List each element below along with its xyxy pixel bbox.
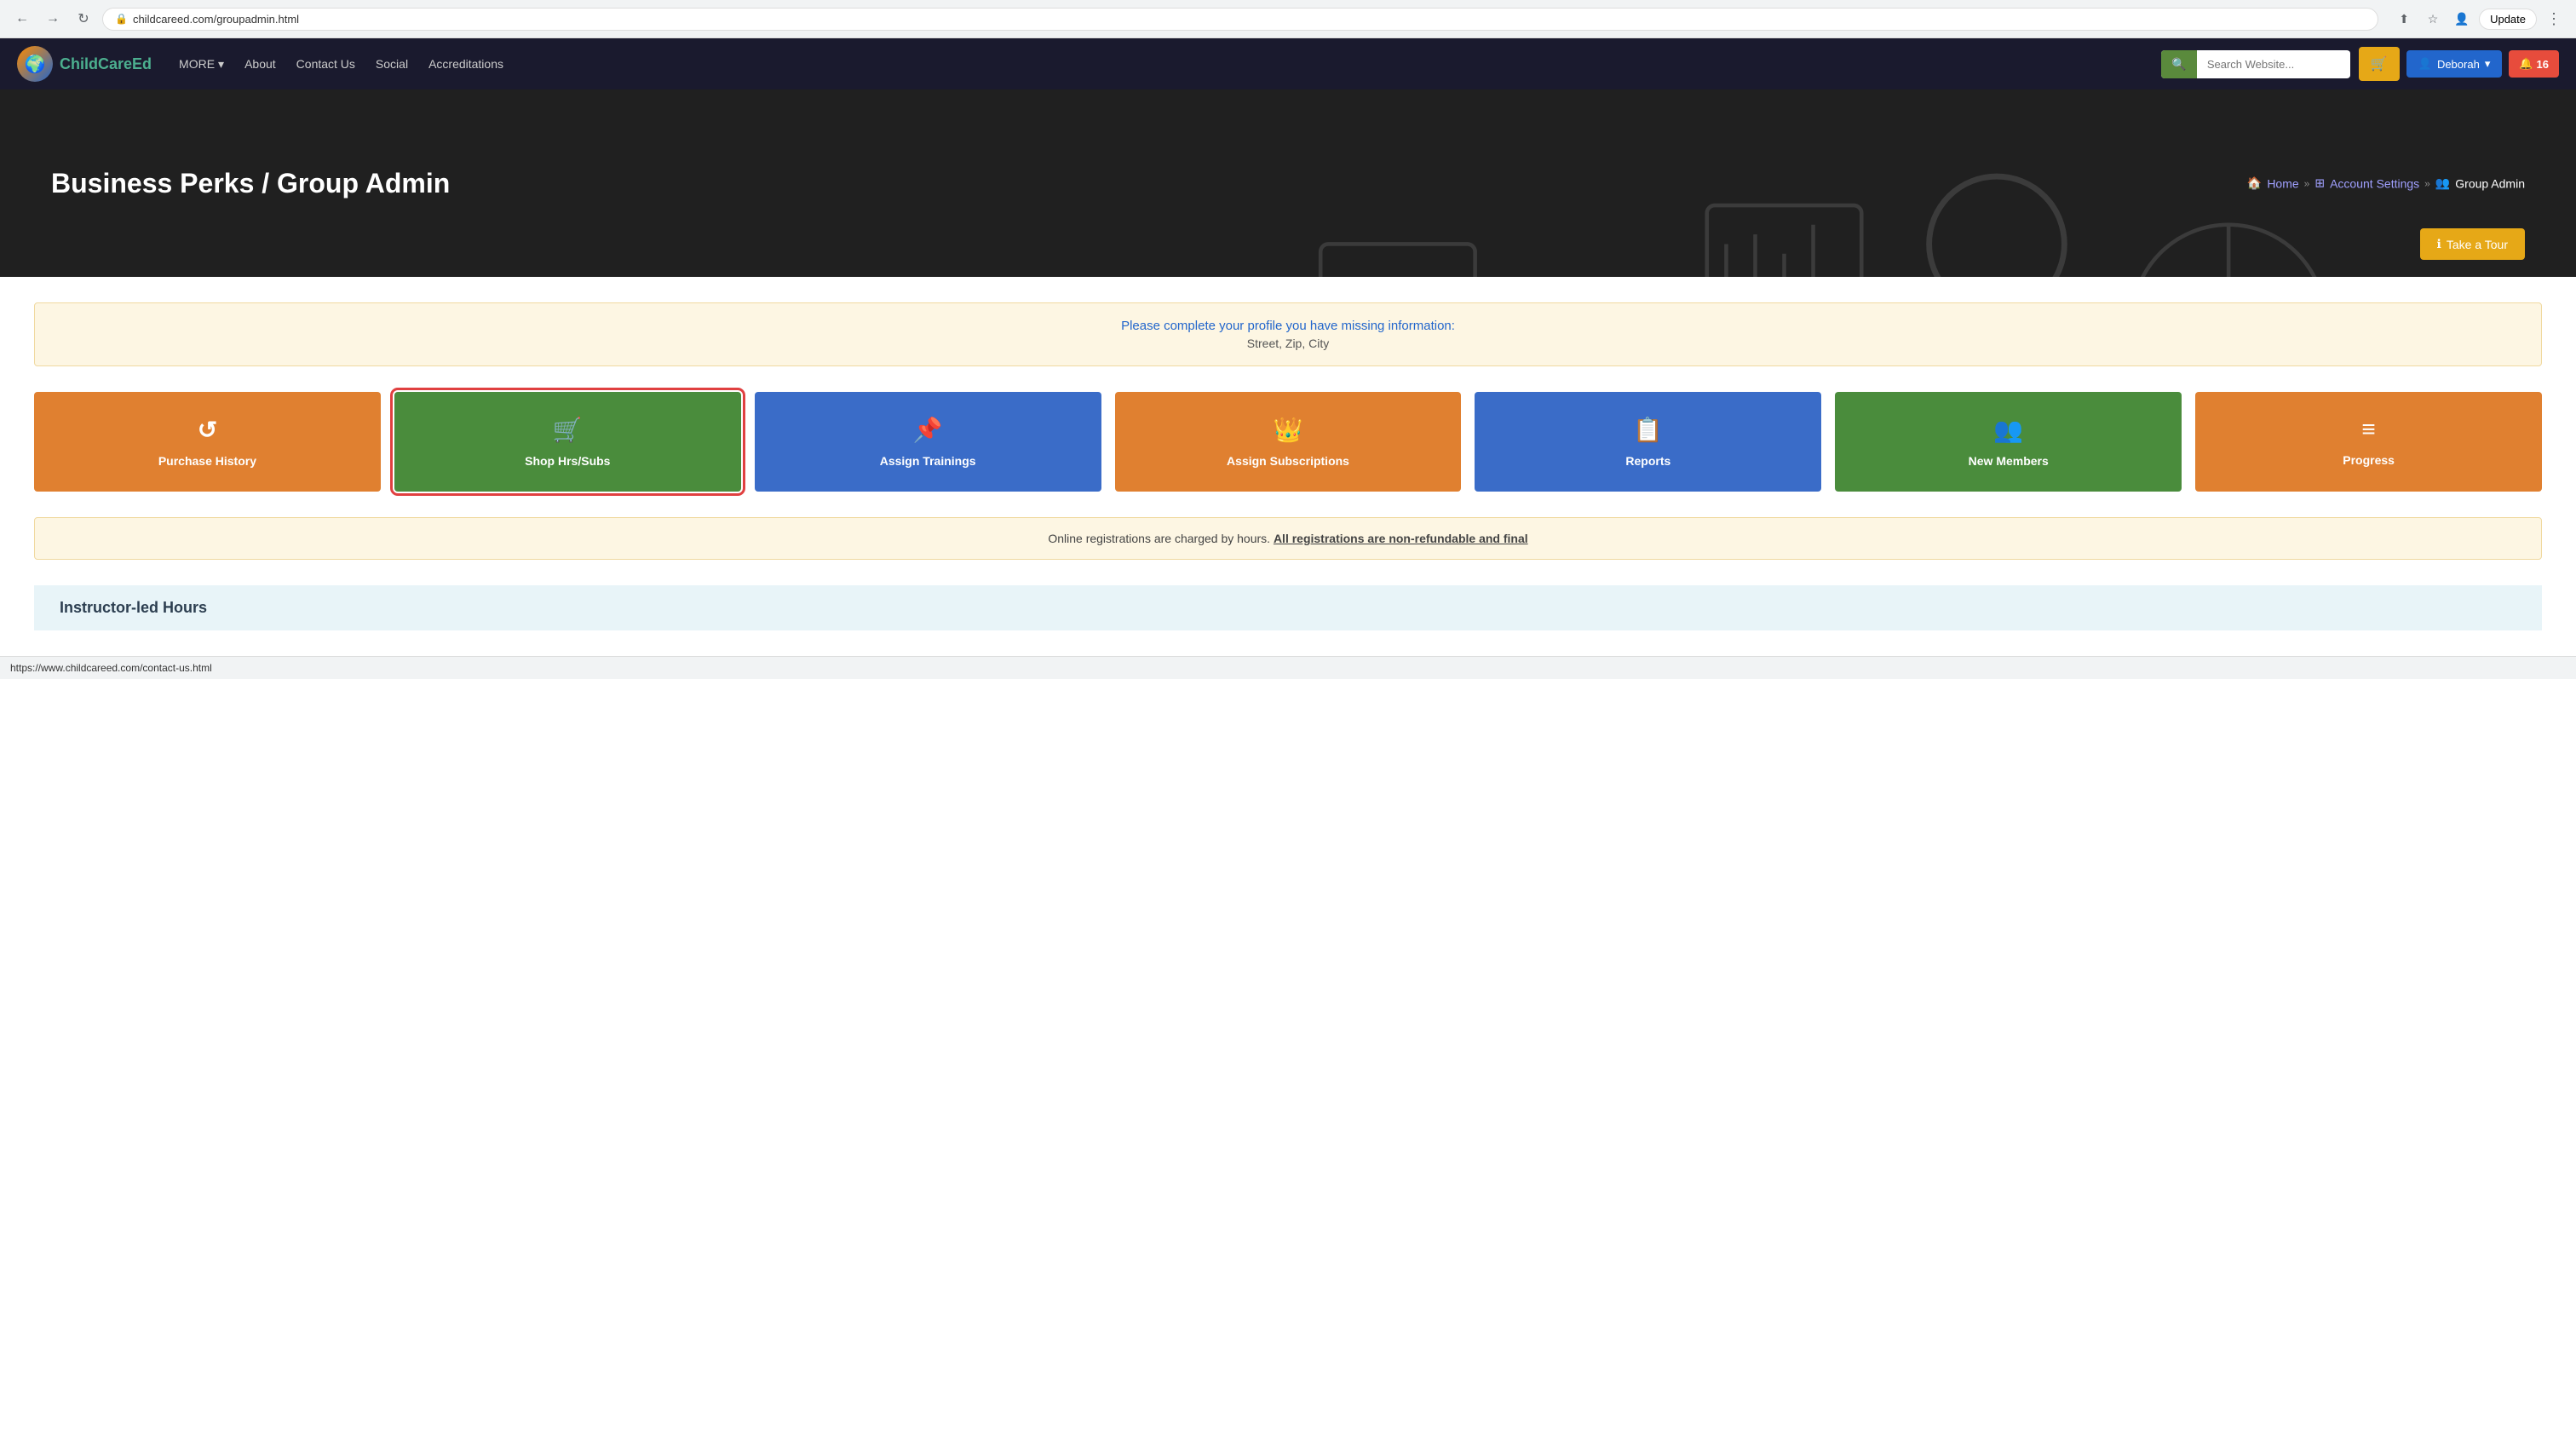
alert-sub-text: Street, Zip, City xyxy=(60,337,2516,350)
progress-icon: ≡ xyxy=(2361,416,2375,443)
shop-hrs-subs-label: Shop Hrs/Subs xyxy=(525,454,610,468)
logo-text: ChildCareEd xyxy=(60,55,152,73)
nav-more[interactable]: MORE ▾ xyxy=(169,38,234,89)
forward-button[interactable]: → xyxy=(41,7,65,31)
shop-hrs-subs-button[interactable]: 🛒 Shop Hrs/Subs xyxy=(394,392,741,492)
reports-icon: 📋 xyxy=(1633,416,1663,444)
page-title: Business Perks / Group Admin xyxy=(51,168,450,199)
browser-actions: ⬆ ☆ 👤 Update ⋮ xyxy=(2392,7,2566,31)
nav-about[interactable]: About xyxy=(234,38,286,89)
notice-text-normal: Online registrations are charged by hour… xyxy=(1048,532,1270,545)
assign-trainings-icon: 📌 xyxy=(913,416,943,444)
share-icon[interactable]: ⬆ xyxy=(2392,7,2416,31)
status-url: https://www.childcareed.com/contact-us.h… xyxy=(10,662,212,674)
action-buttons-grid: ↺ Purchase History 🛒 Shop Hrs/Subs 📌 Ass… xyxy=(34,392,2542,492)
back-button[interactable]: ← xyxy=(10,7,34,31)
breadcrumb-current-text: Group Admin xyxy=(2455,176,2525,190)
purchase-history-icon: ↺ xyxy=(198,416,217,444)
bookmark-icon[interactable]: ☆ xyxy=(2421,7,2445,31)
breadcrumb-home-link[interactable]: Home xyxy=(2267,176,2298,190)
address-bar[interactable]: 🔒 childcareed.com/groupadmin.html xyxy=(102,8,2378,31)
new-members-icon: 👥 xyxy=(1993,416,2023,444)
breadcrumb-current-icon: 👥 xyxy=(2435,176,2450,191)
nav-accreditations[interactable]: Accreditations xyxy=(418,38,514,89)
site-navbar: 🌍 ChildCareEd MORE ▾ About Contact Us So… xyxy=(0,38,2576,89)
update-button[interactable]: Update xyxy=(2479,9,2537,30)
user-icon: 👤 xyxy=(2418,57,2432,71)
take-tour-button[interactable]: ℹ Take a Tour xyxy=(2420,228,2525,260)
chevron-down-icon: ▾ xyxy=(2485,57,2491,71)
logo-icon: 🌍 xyxy=(17,46,53,82)
bell-icon: 🔔 xyxy=(2519,57,2533,71)
alert-link-text[interactable]: Please complete your profile you have mi… xyxy=(60,319,2516,333)
breadcrumb-sep-1: » xyxy=(2304,177,2310,189)
nav-social[interactable]: Social xyxy=(365,38,418,89)
search-wrap: 🔍 xyxy=(2161,50,2349,78)
cart-icon: 🛒 xyxy=(2371,57,2388,72)
purchase-history-button[interactable]: ↺ Purchase History xyxy=(34,392,381,492)
assign-subscriptions-button[interactable]: 👑 Assign Subscriptions xyxy=(1115,392,1462,492)
breadcrumb-home-icon: 🏠 xyxy=(2247,176,2262,191)
shop-hrs-subs-icon: 🛒 xyxy=(553,416,583,444)
breadcrumb-sep-2: » xyxy=(2424,177,2430,189)
reports-button[interactable]: 📋 Reports xyxy=(1475,392,1821,492)
reload-button[interactable]: ↻ xyxy=(72,7,95,31)
notice-text-bold: All registrations are non-refundable and… xyxy=(1274,532,1528,545)
search-button[interactable]: 🔍 xyxy=(2161,50,2196,78)
assign-trainings-button[interactable]: 📌 Assign Trainings xyxy=(755,392,1101,492)
status-bar: https://www.childcareed.com/contact-us.h… xyxy=(0,656,2576,679)
user-dropdown[interactable]: 👤 Deborah ▾ xyxy=(2406,50,2503,78)
user-name: Deborah xyxy=(2437,58,2480,71)
logo[interactable]: 🌍 ChildCareEd xyxy=(17,46,152,82)
url-text: childcareed.com/groupadmin.html xyxy=(133,13,299,26)
purchase-history-label: Purchase History xyxy=(158,454,256,468)
notif-count: 16 xyxy=(2537,58,2549,71)
hero-content: Business Perks / Group Admin xyxy=(51,168,450,199)
assign-subscriptions-icon: 👑 xyxy=(1274,416,1303,444)
browser-menu-button[interactable]: ⋮ xyxy=(2542,7,2566,31)
nav-contact[interactable]: Contact Us xyxy=(286,38,365,89)
browser-chrome: ← → ↻ 🔒 childcareed.com/groupadmin.html … xyxy=(0,0,2576,38)
instructor-section: Instructor-led Hours xyxy=(34,585,2542,630)
notifications-button[interactable]: 🔔 16 xyxy=(2509,50,2559,78)
cart-button[interactable]: 🛒 xyxy=(2359,47,2400,81)
main-content: Please complete your profile you have mi… xyxy=(0,277,2576,656)
progress-button[interactable]: ≡ Progress xyxy=(2195,392,2542,492)
instructor-section-title: Instructor-led Hours xyxy=(60,599,2516,617)
alert-banner: Please complete your profile you have mi… xyxy=(34,302,2542,366)
reports-label: Reports xyxy=(1625,454,1670,468)
search-input[interactable] xyxy=(2197,51,2350,78)
assign-trainings-label: Assign Trainings xyxy=(880,454,976,468)
new-members-label: New Members xyxy=(1969,454,2049,468)
breadcrumb: 🏠 Home » ⊞ Account Settings » 👥 Group Ad… xyxy=(2247,176,2525,191)
hero-banner: $ 27 Business Perks / Group Admin 🏠 Home… xyxy=(0,89,2576,277)
breadcrumb-settings-icon: ⊞ xyxy=(2314,176,2325,191)
progress-label: Progress xyxy=(2343,453,2395,467)
breadcrumb-account-settings-link[interactable]: Account Settings xyxy=(2330,176,2419,190)
assign-subscriptions-label: Assign Subscriptions xyxy=(1227,454,1349,468)
notice-bar: Online registrations are charged by hour… xyxy=(34,517,2542,560)
new-members-button[interactable]: 👥 New Members xyxy=(1835,392,2182,492)
lock-icon: 🔒 xyxy=(115,13,128,25)
profile-icon[interactable]: 👤 xyxy=(2450,7,2474,31)
info-icon: ℹ xyxy=(2437,237,2441,251)
take-tour-label: Take a Tour xyxy=(2447,238,2508,251)
